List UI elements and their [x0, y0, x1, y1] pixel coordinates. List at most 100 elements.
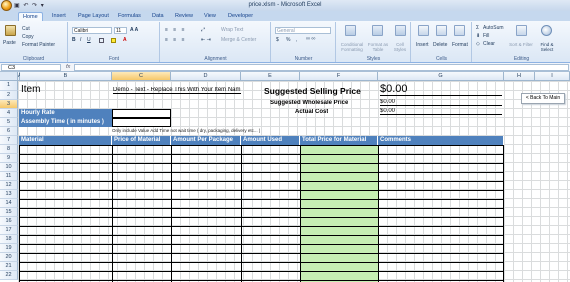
italic-icon[interactable]: I: [80, 37, 81, 43]
column-header-b[interactable]: B: [20, 72, 112, 81]
wrap-text-button[interactable]: Wrap Text: [221, 27, 243, 33]
column-header-c[interactable]: C: [112, 72, 171, 81]
item-name-cell[interactable]: Demo - Text - Replace This With Your Ite…: [113, 87, 241, 94]
tab-view[interactable]: View: [200, 12, 220, 21]
delete-cells-icon[interactable]: [436, 25, 447, 36]
tab-developer[interactable]: Developer: [224, 12, 257, 21]
row-header[interactable]: 8: [0, 145, 18, 154]
comments-header: Comments: [378, 136, 504, 145]
cell-styles-button[interactable]: Cell Styles: [391, 42, 409, 52]
conditional-formatting-button[interactable]: Conditional Formatting: [338, 42, 366, 52]
fill-button[interactable]: Fill: [483, 33, 489, 39]
find-select-button[interactable]: Find & Select: [534, 42, 560, 52]
suggested-wholesale-price-value[interactable]: $0.00: [380, 99, 502, 106]
currency-button[interactable]: $: [276, 37, 279, 43]
bold-icon[interactable]: B: [72, 37, 76, 43]
row-header[interactable]: 5: [0, 118, 18, 127]
tab-formulas[interactable]: Formulas: [114, 12, 145, 21]
comma-button[interactable]: ,: [296, 37, 297, 43]
conditional-formatting-icon[interactable]: [345, 25, 356, 36]
sort-filter-icon[interactable]: [516, 25, 527, 36]
insert-cells-icon[interactable]: [418, 25, 429, 36]
tab-home[interactable]: Home: [18, 12, 43, 21]
format-cells-button[interactable]: Format: [452, 42, 468, 48]
fx-icon[interactable]: fx: [66, 64, 70, 70]
insert-cells-button[interactable]: Insert: [416, 42, 429, 48]
suggested-selling-price-value[interactable]: $0.00: [380, 83, 502, 96]
clear-button[interactable]: Clear: [483, 41, 495, 47]
tab-insert[interactable]: Insert: [48, 12, 70, 21]
table-column-divider: [300, 145, 301, 282]
vertical-align-icons[interactable]: ≡ ≡ ≡: [165, 27, 187, 33]
font-color-icon[interactable]: A: [123, 37, 127, 43]
row-header[interactable]: 21: [0, 262, 18, 271]
fill-color-icon[interactable]: [111, 38, 116, 43]
merge-center-button[interactable]: Merge & Center: [221, 37, 256, 43]
number-format-select[interactable]: General: [275, 27, 331, 34]
materials-table-body[interactable]: [19, 145, 504, 282]
format-as-table-button[interactable]: Format as Table: [367, 42, 389, 52]
format-table-icon[interactable]: [372, 25, 383, 36]
borders-icon[interactable]: [99, 38, 104, 43]
column-header-f[interactable]: F: [300, 72, 378, 81]
row-header[interactable]: 6: [0, 127, 18, 136]
column-header-i[interactable]: I: [535, 72, 570, 81]
percent-button[interactable]: %: [286, 37, 290, 43]
paste-button[interactable]: Paste: [3, 40, 16, 46]
autosum-button[interactable]: AutoSum: [483, 25, 504, 31]
row-header[interactable]: 22: [0, 271, 18, 280]
row-header[interactable]: 2: [0, 91, 18, 100]
row-header[interactable]: 16: [0, 217, 18, 226]
underline-icon[interactable]: U: [87, 37, 91, 43]
orientation-icon[interactable]: ⤢: [201, 27, 205, 33]
cell-styles-icon[interactable]: [395, 25, 406, 36]
row-header[interactable]: 19: [0, 244, 18, 253]
assembly-time-input[interactable]: [112, 118, 171, 127]
row-header[interactable]: 15: [0, 208, 18, 217]
format-painter-button[interactable]: Format Painter: [22, 42, 55, 48]
row-header[interactable]: 9: [0, 154, 18, 163]
name-box[interactable]: C3: [1, 64, 61, 71]
paste-icon[interactable]: [5, 25, 16, 36]
row-header[interactable]: 3: [0, 100, 18, 109]
tab-page-layout[interactable]: Page Layout: [74, 12, 113, 21]
tab-review[interactable]: Review: [171, 12, 197, 21]
formula-input[interactable]: [74, 64, 569, 71]
row-header[interactable]: 14: [0, 199, 18, 208]
row-header[interactable]: 4: [0, 109, 18, 118]
font-size-select[interactable]: 11: [114, 27, 127, 34]
row-header[interactable]: 7: [0, 136, 18, 145]
actual-cost-value[interactable]: $0.00: [380, 108, 502, 115]
row-header[interactable]: 10: [0, 163, 18, 172]
horizontal-align-icons[interactable]: ≡ ≡ ≡: [165, 37, 187, 43]
cut-button[interactable]: Cut: [22, 26, 30, 32]
format-cells-icon[interactable]: [454, 25, 465, 36]
sort-filter-button[interactable]: Sort & Filter: [509, 42, 533, 47]
fill-icon[interactable]: ⬇: [476, 33, 480, 39]
indent-icons[interactable]: ⇤ ⇥: [201, 37, 211, 43]
styles-group: Conditional Formatting Format as Table C…: [337, 22, 411, 62]
row-header[interactable]: 17: [0, 226, 18, 235]
column-header-d[interactable]: D: [171, 72, 241, 81]
column-header-e[interactable]: E: [241, 72, 300, 81]
decimal-icons[interactable]: ⁰⁰ ⁰⁰: [306, 37, 315, 43]
hourly-rate-input[interactable]: [112, 109, 171, 118]
row-header[interactable]: 18: [0, 235, 18, 244]
column-header-g[interactable]: G: [378, 72, 504, 81]
grow-font-icon[interactable]: A A: [130, 27, 138, 33]
autosum-icon[interactable]: Σ: [476, 25, 479, 31]
select-all-corner[interactable]: [0, 72, 18, 81]
row-header[interactable]: 12: [0, 181, 18, 190]
row-header[interactable]: 1: [0, 81, 18, 91]
tab-data[interactable]: Data: [148, 12, 168, 21]
copy-button[interactable]: Copy: [22, 34, 34, 40]
delete-cells-button[interactable]: Delete: [433, 42, 447, 48]
row-header[interactable]: 11: [0, 172, 18, 181]
back-to-main-button[interactable]: < Back To Main: [521, 93, 565, 104]
row-header[interactable]: 20: [0, 253, 18, 262]
font-name-select[interactable]: Calibri: [72, 27, 112, 34]
find-select-icon[interactable]: [541, 25, 552, 36]
clear-icon[interactable]: ◇: [476, 41, 480, 47]
column-header-h[interactable]: H: [504, 72, 535, 81]
row-header[interactable]: 13: [0, 190, 18, 199]
